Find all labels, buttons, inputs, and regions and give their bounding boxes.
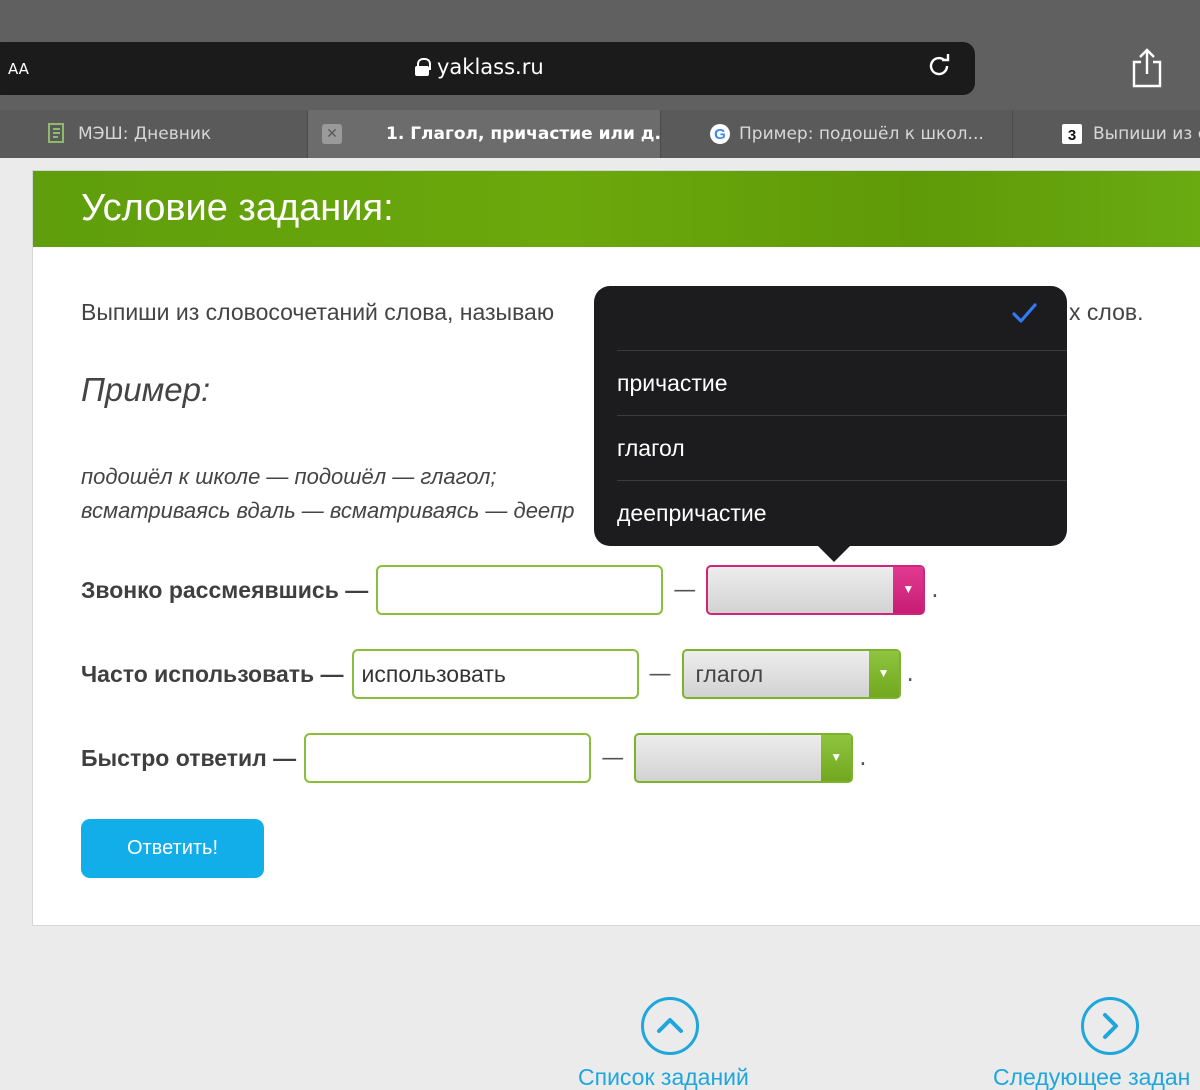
tab-third-task[interactable]: 3 Выпиши из сл [1013, 110, 1200, 158]
dropdown-arrow-icon[interactable]: ▼ [868, 651, 899, 697]
reload-icon[interactable] [925, 52, 953, 87]
close-tab-icon[interactable]: ✕ [322, 124, 342, 144]
task-header: Условие задания: [33, 171, 1200, 247]
word-type-select[interactable]: ▼ [706, 565, 926, 615]
text-size-button[interactable]: AA [8, 55, 29, 79]
chevron-up-icon [657, 1018, 683, 1033]
next-task-button[interactable] [1081, 997, 1139, 1055]
option-participle[interactable]: причастие [617, 350, 1067, 415]
lock-icon [415, 58, 431, 76]
answer-input[interactable] [304, 733, 592, 783]
tab-bar: МЭШ: Дневник ✕ 1. Глагол, причастие или … [0, 110, 1200, 158]
example-line-2: всматриваясь вдаль — всматриваясь — дееп… [81, 498, 575, 523]
word-type-select[interactable]: ▼ [634, 733, 854, 783]
dash: — [648, 661, 672, 687]
row-label: Звонко рассмеявшись — [81, 576, 369, 603]
answer-input[interactable] [351, 649, 639, 699]
task-instruction-end: х слов. [1069, 299, 1144, 325]
task-card: Условие задания: Выпиши из словосочетани… [32, 170, 1200, 926]
address-bar[interactable]: AA yaklass.ru [0, 42, 975, 95]
select-options-popup: причастие глагол деепричастие [594, 286, 1067, 562]
option-verb[interactable]: глагол [617, 415, 1067, 480]
select-value: глагол [695, 661, 764, 687]
tab-mesh-diary[interactable]: МЭШ: Дневник [0, 110, 308, 158]
period: . [906, 661, 914, 687]
share-icon[interactable] [1128, 48, 1166, 88]
answer-input[interactable] [376, 565, 664, 615]
url-display[interactable]: yaklass.ru [415, 55, 544, 79]
tab-current-task[interactable]: ✕ 1. Глагол, причастие или д... [308, 110, 661, 158]
dropdown-arrow-icon[interactable]: ▼ [893, 567, 924, 613]
task-list-button[interactable] [641, 997, 699, 1055]
dash: — [673, 577, 697, 603]
chevron-right-icon [1103, 1013, 1118, 1039]
task-row: Часто использовать — — глагол ▼ . [81, 649, 914, 699]
task-instruction: Выпиши из словосочетаний слова, называю [81, 299, 555, 325]
tab-google-search[interactable]: G Пример: подошёл к школ... [661, 110, 1013, 158]
task-list-link[interactable]: Список заданий [578, 1064, 749, 1090]
task-row: Звонко рассмеявшись — — ▼ . [81, 565, 939, 615]
task-row: Быстро ответил — — ▼ . [81, 733, 867, 783]
diary-icon [46, 123, 68, 145]
dropdown-arrow-icon[interactable]: ▼ [821, 735, 852, 781]
browser-toolbar: AA yaklass.ru [0, 0, 1200, 110]
svg-text:3: 3 [1068, 127, 1076, 144]
next-task-link[interactable]: Следующее задан [993, 1064, 1190, 1090]
period: . [859, 745, 867, 771]
google-icon: G [709, 123, 731, 145]
example-line-1: подошёл к школе — подошёл — глагол; [81, 464, 497, 489]
svg-text:G: G [714, 126, 726, 143]
row-label: Часто использовать — [81, 660, 344, 687]
number-three-icon: 3 [1061, 123, 1083, 145]
period: . [931, 577, 939, 603]
option-gerund[interactable]: деепричастие [617, 480, 1067, 545]
word-type-select[interactable]: глагол ▼ [681, 649, 901, 699]
url-text: yaklass.ru [437, 55, 544, 79]
row-label: Быстро ответил — [81, 744, 297, 771]
option-empty[interactable] [617, 286, 1067, 351]
checkmark-icon [1009, 298, 1039, 328]
dash: — [601, 745, 625, 771]
submit-button[interactable]: Ответить! [81, 819, 264, 878]
example-title: Пример: [81, 371, 211, 408]
